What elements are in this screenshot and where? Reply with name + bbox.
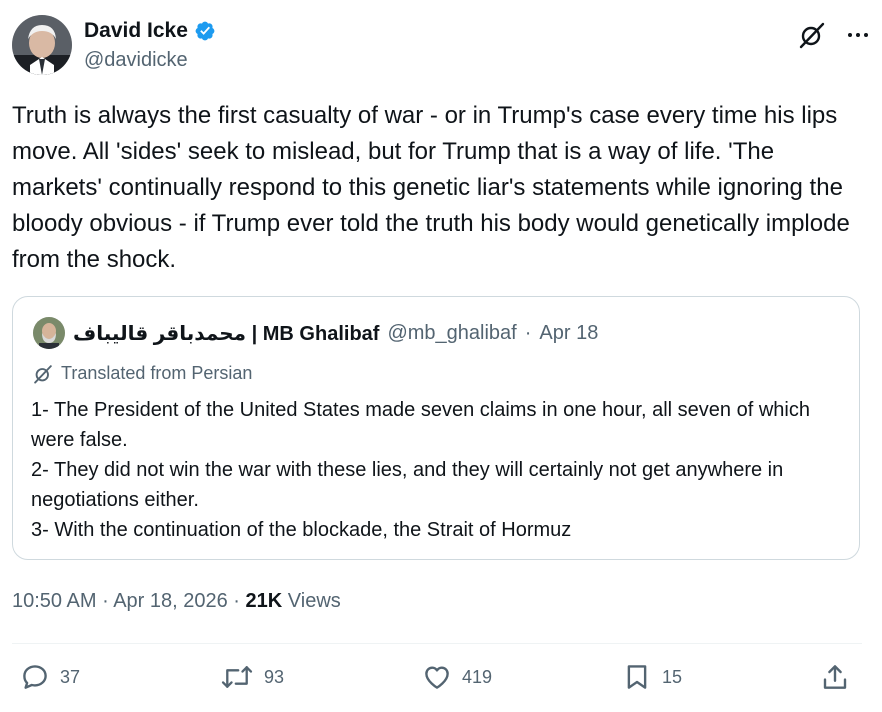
reply-count: 37 — [60, 666, 81, 687]
author-avatar[interactable] — [12, 15, 72, 75]
repost-button[interactable]: 93 — [220, 662, 284, 692]
tweet-header: David Icke @davidicke — [12, 15, 870, 77]
bookmark-icon — [627, 665, 647, 689]
quoted-author-handle: @mb_ghalibaf — [387, 321, 517, 344]
quoted-line: 3- With the continuation of the blockade… — [31, 519, 572, 541]
divider — [12, 643, 862, 644]
views-label: Views — [287, 590, 341, 612]
like-button[interactable]: 419 — [422, 662, 492, 692]
quoted-line: 2- They did not win the war with these l… — [31, 459, 784, 511]
grok-icon[interactable] — [798, 21, 826, 49]
repost-icon — [221, 666, 253, 688]
tweet-time[interactable]: 10:50 AM — [12, 590, 97, 612]
quoted-text: 1- The President of the United States ma… — [31, 395, 843, 545]
quoted-separator: · — [524, 321, 532, 344]
grok-icon — [34, 364, 52, 383]
tweet-date[interactable]: Apr 18, 2026 — [113, 590, 228, 612]
verified-badge-icon — [194, 20, 216, 42]
like-count: 419 — [462, 666, 493, 687]
author-name[interactable]: David Icke — [84, 19, 188, 43]
repost-count: 93 — [264, 666, 285, 687]
more-icon[interactable] — [846, 23, 870, 47]
reply-icon — [23, 665, 47, 689]
translation-note: Translated from Persian — [33, 363, 252, 384]
views-count: 21K — [245, 590, 283, 612]
share-button[interactable] — [820, 662, 850, 692]
heart-icon — [425, 666, 449, 689]
tweet-meta: 10:50 AM · Apr 18, 2026 · 21K Views — [12, 590, 341, 612]
tweet-text: Truth is always the first casualty of wa… — [12, 102, 850, 273]
share-icon — [823, 665, 847, 689]
quoted-line: 1- The President of the United States ma… — [31, 399, 810, 451]
quoted-date: Apr 18 — [539, 321, 599, 344]
bookmark-button[interactable]: 15 — [622, 662, 682, 692]
quoted-author-name: محمدباقر قالیباف | MB Ghalibaf — [73, 322, 380, 345]
quoted-tweet[interactable]: محمدباقر قالیباف | MB Ghalibaf @mb_ghali… — [12, 296, 860, 560]
bookmark-count: 15 — [662, 666, 683, 687]
author-handle[interactable]: @davidicke — [84, 49, 188, 72]
reply-button[interactable]: 37 — [20, 662, 80, 692]
quoted-author-avatar — [33, 317, 65, 349]
translated-label: Translated from Persian — [61, 363, 253, 383]
action-bar: 37 93 419 15 — [20, 662, 856, 698]
